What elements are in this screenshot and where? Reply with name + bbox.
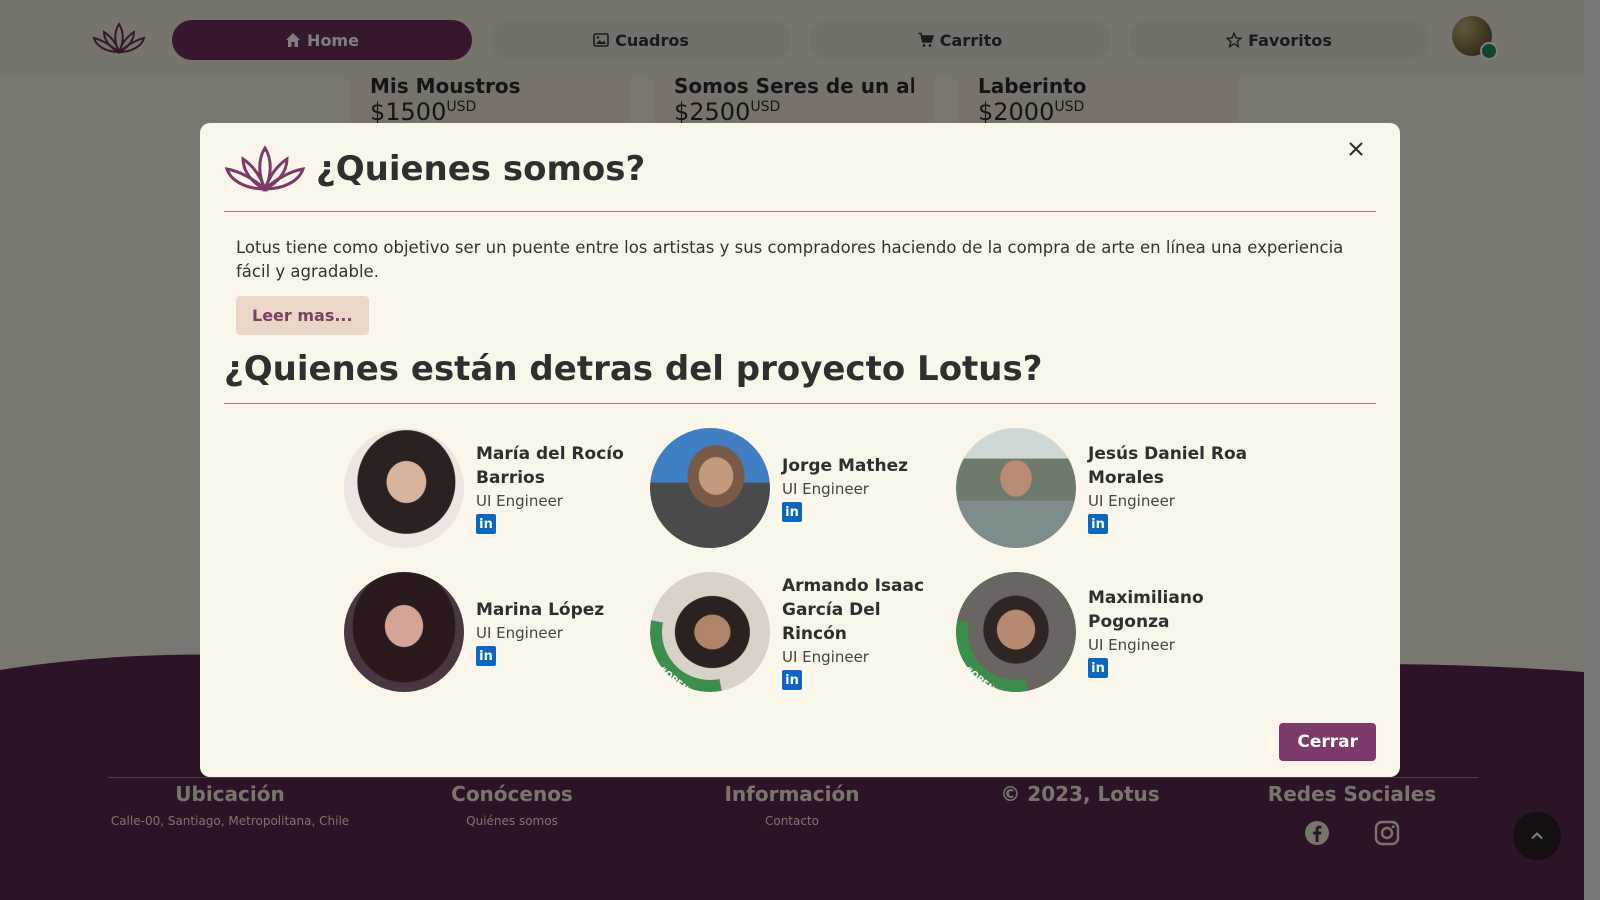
member-role: UI Engineer [476,624,563,642]
member-info: Armando Isaac García Del Rincón UI Engin… [782,574,942,690]
cerrar-button[interactable]: Cerrar [1279,723,1376,761]
lotus-logo-icon [224,145,306,193]
member-name: Maximiliano Pogonza [1088,588,1204,632]
member-avatar: #OPENTOWORK [650,572,770,692]
member-name: María del Rocío Barrios [476,444,624,488]
team-member: Marina López UI Engineer in [344,572,650,692]
linkedin-icon[interactable]: in [476,646,496,666]
member-name: Armando Isaac García Del Rincón [782,576,925,644]
close-icon [1349,142,1363,156]
member-avatar [650,428,770,548]
member-role: UI Engineer [1088,492,1175,510]
member-info: Marina López UI Engineer in [476,598,636,666]
member-info: María del Rocío Barrios UI Engineer in [476,442,636,534]
member-avatar [956,428,1076,548]
member-avatar [344,428,464,548]
member-role: UI Engineer [1088,636,1175,654]
member-info: Maximiliano Pogonza UI Engineer in [1088,586,1248,678]
modal-title: ¿Quienes somos? [316,149,646,189]
member-avatar: #OPENTOWORK [956,572,1076,692]
about-modal: ¿Quienes somos? Lotus tiene como objetiv… [200,123,1400,777]
team-member: #OPENTOWORK Armando Isaac García Del Rin… [650,572,956,692]
about-description: Lotus tiene como objetivo ser un puente … [236,238,1344,281]
member-info: Jorge Mathez UI Engineer in [782,454,942,522]
linkedin-icon[interactable]: in [782,670,802,690]
linkedin-icon[interactable]: in [1088,658,1108,678]
team-title: ¿Quienes están detras del proyecto Lotus… [224,349,1376,404]
member-name: Jesús Daniel Roa Morales [1088,444,1248,488]
member-name: Marina López [476,600,605,620]
team-grid: María del Rocío Barrios UI Engineer in J… [344,428,1264,692]
member-avatar [344,572,464,692]
linkedin-icon[interactable]: in [476,514,496,534]
member-role: UI Engineer [476,492,563,510]
member-name: Jorge Mathez [782,456,909,476]
team-member: María del Rocío Barrios UI Engineer in [344,428,650,548]
linkedin-icon[interactable]: in [782,502,802,522]
linkedin-icon[interactable]: in [1088,514,1108,534]
close-modal-button[interactable] [1344,137,1368,161]
modal-header: ¿Quienes somos? [224,123,1376,212]
read-more-button[interactable]: Leer mas... [236,296,369,335]
member-info: Jesús Daniel Roa Morales UI Engineer in [1088,442,1248,534]
team-member: Jesús Daniel Roa Morales UI Engineer in [956,428,1262,548]
team-member: Jorge Mathez UI Engineer in [650,428,956,548]
team-member: #OPENTOWORK Maximiliano Pogonza UI Engin… [956,572,1262,692]
member-role: UI Engineer [782,480,869,498]
member-role: UI Engineer [782,648,869,666]
